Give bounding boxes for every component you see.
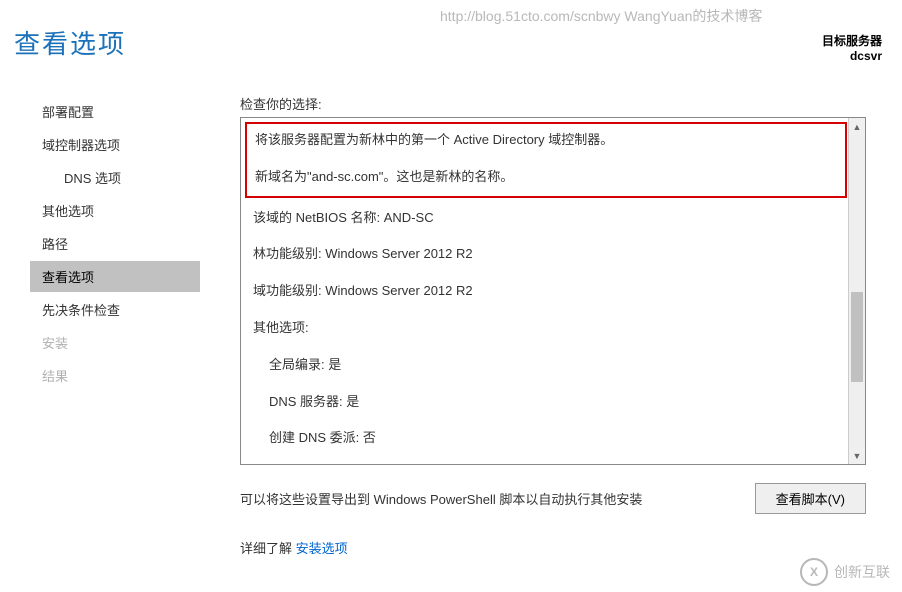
global-catalog-value: 全局编录: 是: [253, 355, 832, 376]
dns-delegation-value: 创建 DNS 委派: 否: [253, 428, 832, 449]
sidebar-item-deployment-config[interactable]: 部署配置: [30, 96, 200, 127]
domain-functional-level: 域功能级别: Windows Server 2012 R2: [253, 281, 832, 302]
target-server-label: 目标服务器: [822, 32, 882, 49]
sidebar-item-review-options[interactable]: 查看选项: [30, 261, 200, 292]
view-script-button[interactable]: 查看脚本(V): [755, 483, 866, 514]
sidebar-item-paths[interactable]: 路径: [30, 228, 200, 259]
sidebar-item-other-options[interactable]: 其他选项: [30, 195, 200, 226]
sidebar-item-install: 安装: [30, 327, 200, 358]
scrollbar[interactable]: ▲ ▼: [848, 118, 865, 464]
highlighted-summary: 将该服务器配置为新林中的第一个 Active Directory 域控制器。 新…: [245, 122, 847, 198]
export-row: 可以将这些设置导出到 Windows PowerShell 脚本以自动执行其他安…: [240, 483, 866, 514]
scroll-up-arrow-icon[interactable]: ▲: [849, 118, 865, 135]
learn-more-link[interactable]: 安装选项: [296, 541, 348, 556]
netbios-name: 该域的 NetBIOS 名称: AND-SC: [253, 208, 832, 229]
learn-more-row: 详细了解 安装选项: [240, 538, 886, 557]
check-selection-label: 检查你的选择:: [240, 94, 886, 113]
wizard-steps-sidebar: 部署配置 域控制器选项 DNS 选项 其他选项 路径 查看选项 先决条件检查 安…: [30, 96, 200, 393]
brand-logo-text: 创新互联: [834, 562, 890, 582]
scroll-down-arrow-icon[interactable]: ▼: [849, 447, 865, 464]
review-options-box: 将该服务器配置为新林中的第一个 Active Directory 域控制器。 新…: [240, 117, 866, 465]
forest-functional-level: 林功能级别: Windows Server 2012 R2: [253, 244, 832, 265]
sidebar-item-prereq-check[interactable]: 先决条件检查: [30, 294, 200, 325]
target-server-name: dcsvr: [822, 49, 882, 63]
watermark-text: http://blog.51cto.com/scnbwy WangYuan的技术…: [440, 6, 762, 26]
scroll-thumb[interactable]: [851, 292, 863, 382]
summary-line-1: 将该服务器配置为新林中的第一个 Active Directory 域控制器。: [255, 130, 837, 151]
brand-logo: X 创新互联: [800, 558, 890, 586]
learn-more-prefix: 详细了解: [240, 541, 296, 556]
main-content: 检查你的选择: 将该服务器配置为新林中的第一个 Active Directory…: [240, 94, 886, 557]
sidebar-item-dc-options[interactable]: 域控制器选项: [30, 129, 200, 160]
target-server-block: 目标服务器 dcsvr: [822, 32, 882, 63]
other-options-label: 其他选项:: [253, 318, 832, 339]
review-options-content: 将该服务器配置为新林中的第一个 Active Directory 域控制器。 新…: [241, 118, 848, 464]
export-description: 可以将这些设置导出到 Windows PowerShell 脚本以自动执行其他安…: [240, 489, 642, 508]
sidebar-item-results: 结果: [30, 360, 200, 391]
sidebar-item-dns-options[interactable]: DNS 选项: [30, 162, 200, 193]
page-title: 查看选项: [14, 24, 126, 61]
dns-server-value: DNS 服务器: 是: [253, 392, 832, 413]
brand-logo-icon: X: [800, 558, 828, 586]
summary-line-2: 新域名为"and-sc.com"。这也是新林的名称。: [255, 167, 837, 188]
